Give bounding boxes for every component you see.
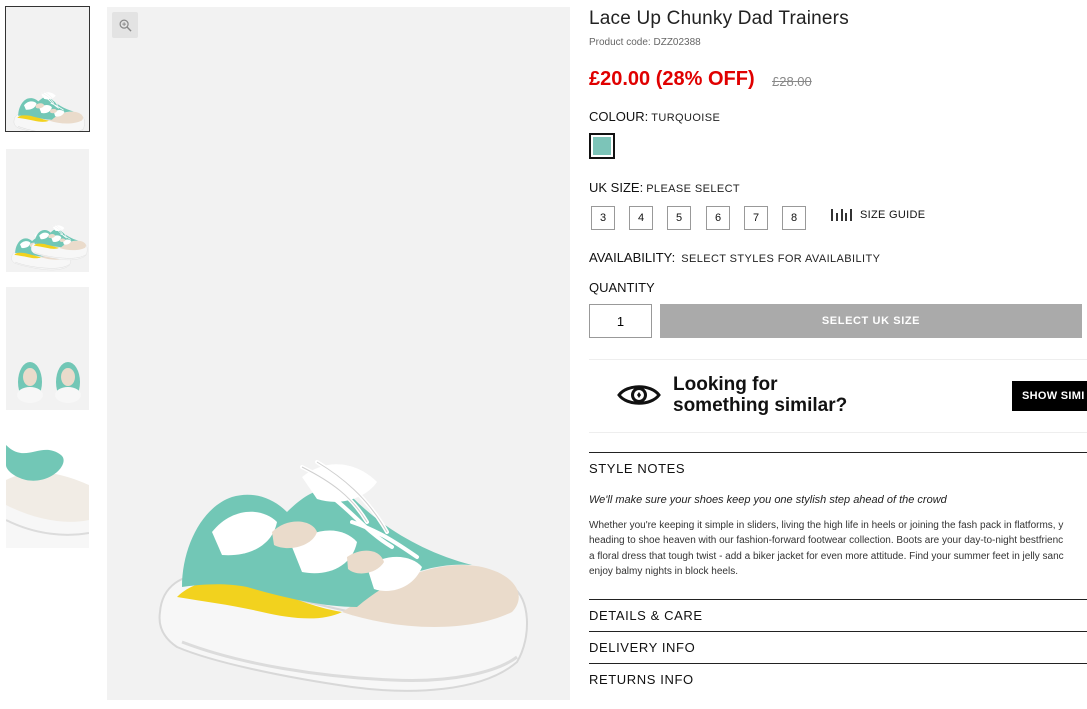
show-similar-button[interactable]: SHOW SIMI (1012, 381, 1087, 411)
size-guide-label: SIZE GUIDE (860, 209, 926, 221)
thumbnail-2[interactable] (6, 149, 89, 272)
shoe-thumbnail-image (13, 91, 85, 131)
shoe-pair-thumbnail-image (11, 224, 88, 271)
shoe-detail-thumbnail-image (6, 425, 89, 548)
availability-label: AVAILABILITY: SELECT STYLES FOR AVAILABIL… (589, 250, 880, 265)
description-line-1: Whether you're keeping it simple in slid… (589, 520, 1064, 531)
colour-swatch-turquoise[interactable] (589, 133, 615, 159)
description-line-3: a floral dress that tough twist - add a … (589, 550, 1064, 562)
size-option-3[interactable]: 3 (591, 206, 615, 230)
product-title: Lace Up Chunky Dad Trainers (589, 8, 849, 29)
select-size-button[interactable]: SELECT UK SIZE (660, 304, 1082, 338)
product-code: Product code: DZZ02388 (589, 37, 701, 48)
zoom-in-icon[interactable] (112, 12, 138, 38)
quantity-label: QUANTITY (589, 280, 655, 295)
eye-icon (617, 385, 661, 405)
sneaker-image (157, 460, 530, 693)
delivery-info-heading[interactable]: DELIVERY INFO (589, 640, 695, 655)
size-option-4[interactable]: 4 (629, 206, 653, 230)
colour-label-text: COLOUR: (589, 109, 649, 124)
similar-heading: Looking for something similar? (673, 374, 847, 416)
size-option-8[interactable]: 8 (782, 206, 806, 230)
sale-price: £20.00 (28% OFF) (589, 68, 755, 90)
size-label: UK SIZE: PLEASE SELECT (589, 180, 740, 195)
size-option-5[interactable]: 5 (667, 206, 691, 230)
size-option-6[interactable]: 6 (706, 206, 730, 230)
size-label-text: UK SIZE: (589, 180, 644, 195)
ruler-icon (831, 209, 852, 221)
divider (589, 599, 1087, 600)
thumbnail-1[interactable] (5, 6, 90, 132)
similar-line-2: something similar? (673, 395, 848, 416)
colour-value: TURQUOISE (651, 112, 721, 124)
thumbnail-4[interactable] (6, 425, 89, 548)
swatch-fill (593, 137, 611, 155)
main-product-image[interactable] (107, 7, 570, 700)
size-value: PLEASE SELECT (646, 183, 741, 195)
quantity-input[interactable] (589, 304, 652, 338)
divider (589, 452, 1087, 453)
description-line-4: enjoy balmy nights in block heels. (589, 565, 738, 577)
size-guide-link[interactable]: SIZE GUIDE (831, 209, 925, 221)
shoe-back-thumbnail-image (17, 362, 81, 403)
similar-line-1: Looking for (673, 374, 778, 395)
similar-banner: Looking for something similar? SHOW SIMI (589, 359, 1087, 433)
divider (589, 631, 1087, 632)
style-notes-heading[interactable]: STYLE NOTES (589, 461, 685, 476)
divider (589, 663, 1087, 664)
description-line-2: heading to shoe heaven with our fashion-… (589, 535, 1064, 547)
availability-value: SELECT STYLES FOR AVAILABILITY (681, 253, 881, 265)
details-care-heading[interactable]: DETAILS & CARE (589, 608, 703, 623)
thumbnail-3[interactable] (6, 287, 89, 410)
style-notes-tagline: We'll make sure your shoes keep you one … (589, 494, 947, 506)
style-notes-description: Whether you're keeping it simple in slid… (589, 518, 1087, 579)
original-price: £28.00 (772, 74, 812, 89)
returns-info-heading[interactable]: RETURNS INFO (589, 672, 694, 687)
colour-label: COLOUR: TURQUOISE (589, 109, 720, 124)
size-option-7[interactable]: 7 (744, 206, 768, 230)
availability-label-text: AVAILABILITY: (589, 250, 676, 265)
